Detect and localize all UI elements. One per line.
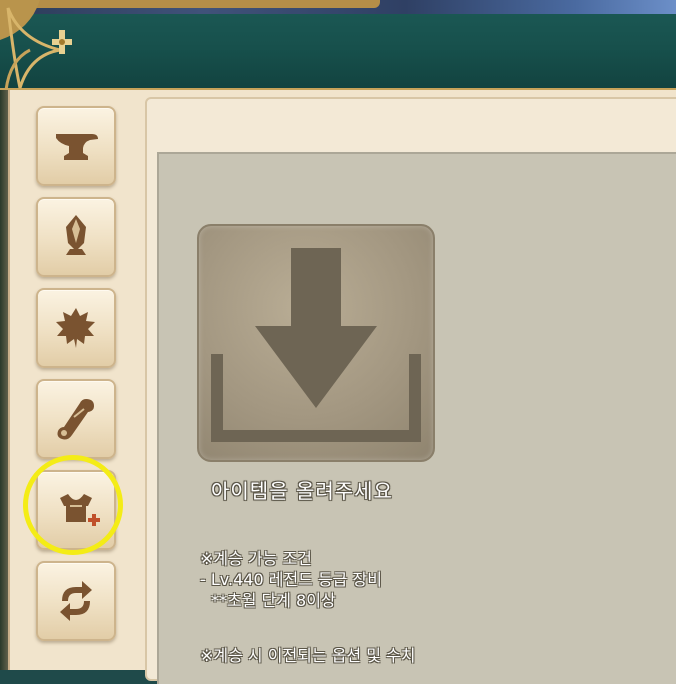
cycle-arrows-icon bbox=[60, 581, 92, 621]
selection-highlight-ring bbox=[23, 455, 123, 555]
upload-prompt-text: 아이템을 올려주세요 bbox=[211, 479, 393, 503]
scroll-icon bbox=[57, 399, 94, 440]
transfer-options-header: ※계승 시 이전되는 옵션 및 수치 bbox=[200, 646, 416, 665]
side-menu-anvil-button[interactable] bbox=[36, 106, 116, 186]
inherit-condition-level: - Lv.440 레전드 등급 장비 bbox=[200, 570, 382, 589]
item-drop-slot[interactable] bbox=[197, 224, 435, 462]
side-menu-cycle-button[interactable] bbox=[36, 561, 116, 641]
download-arrow-icon bbox=[211, 248, 421, 442]
inherit-conditions-header: ※계승 가능 조건 bbox=[200, 549, 312, 568]
side-menu-scroll-button[interactable] bbox=[36, 379, 116, 459]
side-menu-crystal-button[interactable] bbox=[36, 197, 116, 277]
leaf-icon bbox=[56, 308, 95, 348]
anvil-icon bbox=[56, 134, 98, 160]
inherit-condition-transcend: **초월 단계 8이상 bbox=[211, 591, 336, 610]
side-menu-leaf-button[interactable] bbox=[36, 288, 116, 368]
crystal-icon bbox=[66, 215, 86, 255]
